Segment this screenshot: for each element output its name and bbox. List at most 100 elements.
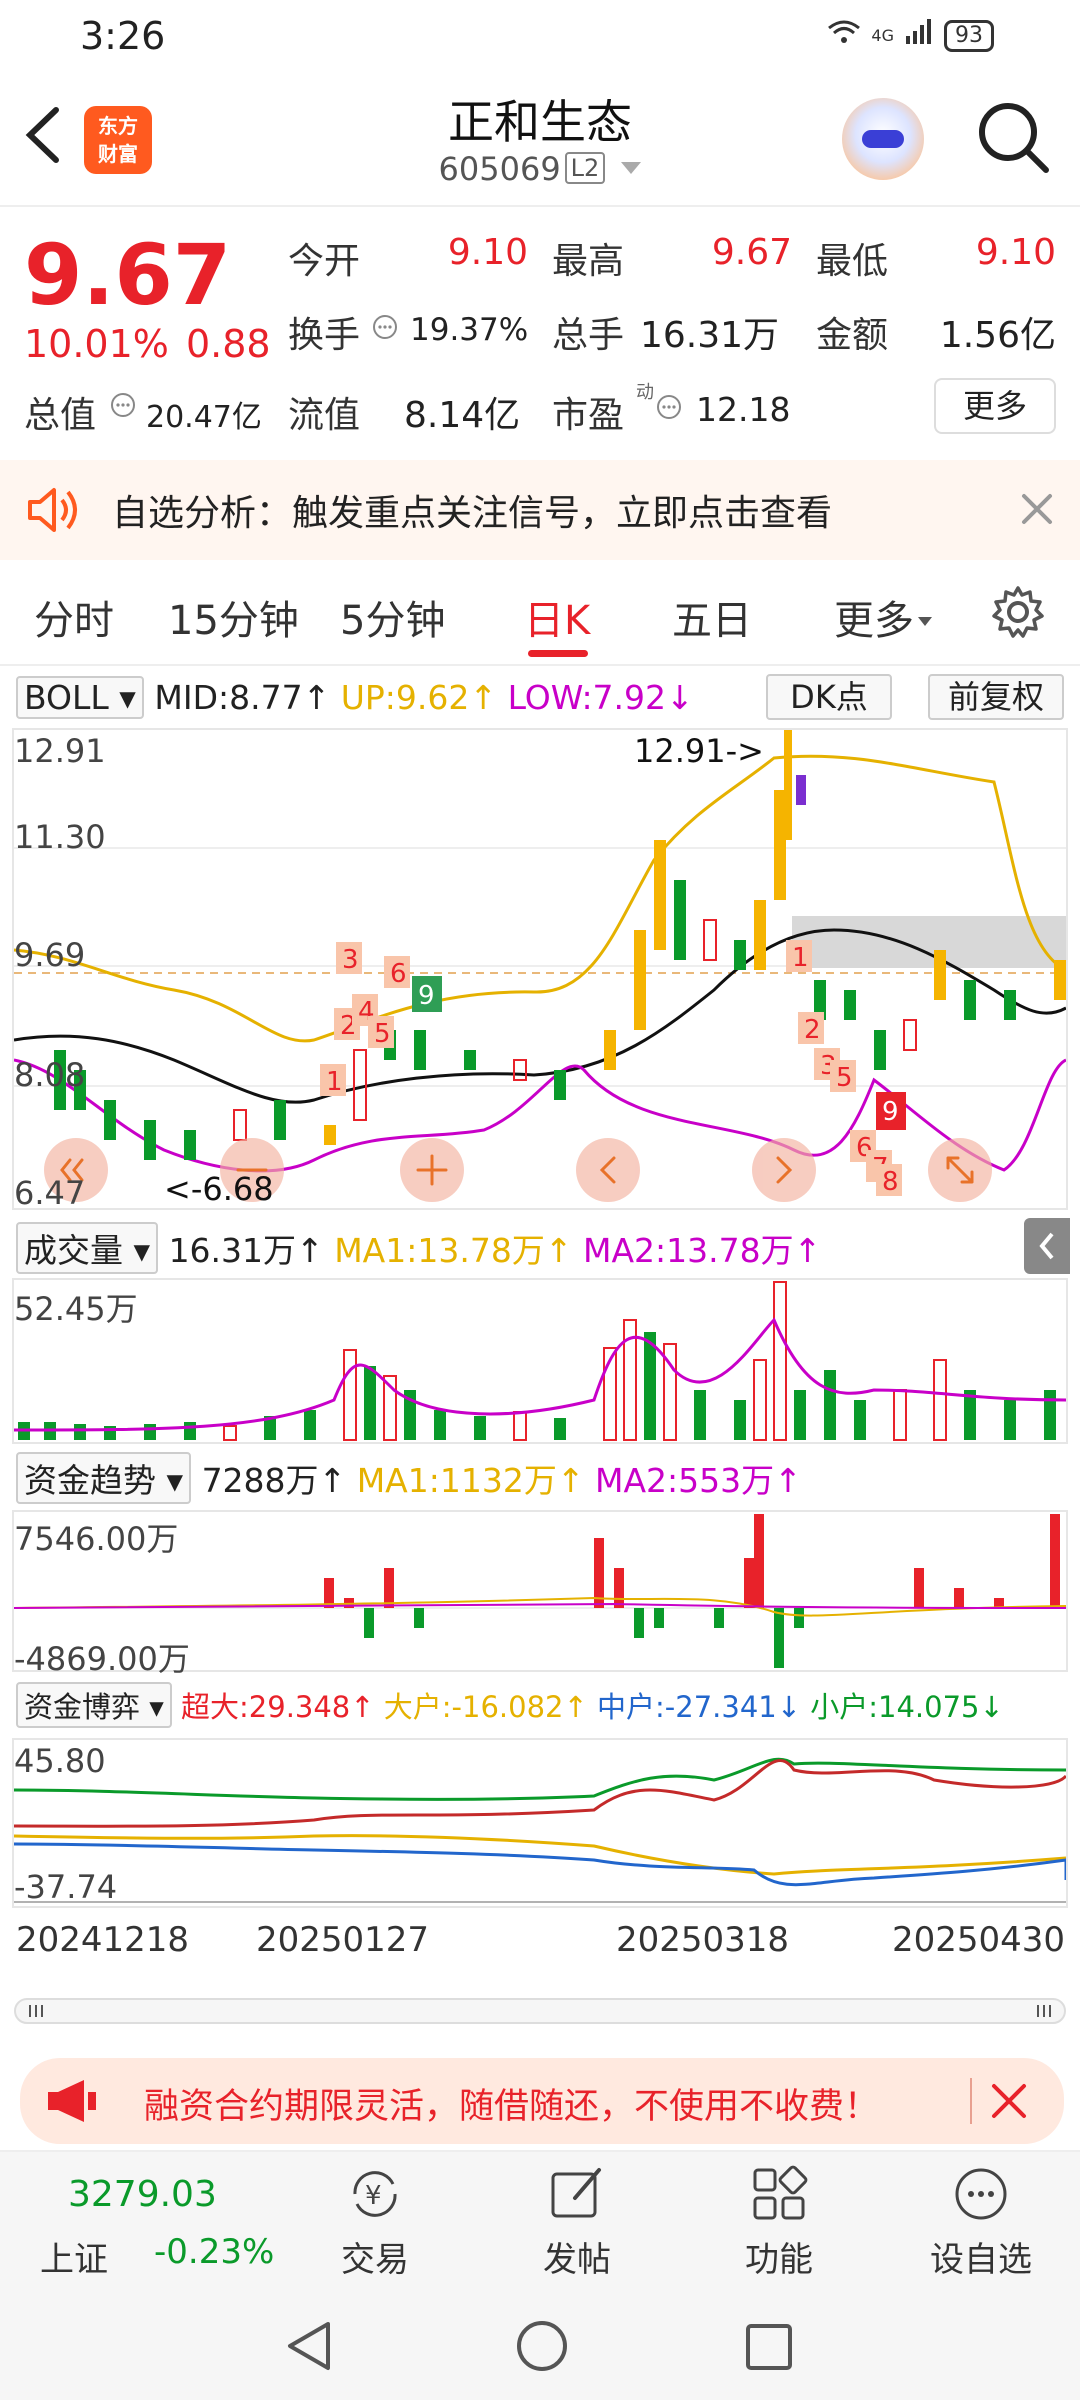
- alert-text: 自选分析：触发重点关注信号，立即点击查看: [112, 493, 833, 534]
- alert-bar[interactable]: 自选分析：触发重点关注信号，立即点击查看: [0, 460, 1080, 560]
- boll-up: UP:9.62↑: [340, 678, 498, 717]
- dk-point-button[interactable]: DK点: [766, 674, 892, 720]
- volume-selector[interactable]: 成交量 ▾: [16, 1222, 159, 1274]
- tab-15min[interactable]: 15分钟: [168, 588, 299, 646]
- fund-trend-ma1: MA1:1132万↑: [356, 1461, 585, 1500]
- total-mv-label: 总值: [24, 395, 97, 436]
- svg-text:1: 1: [326, 1067, 343, 1097]
- open-label: 今开: [288, 241, 361, 282]
- svg-text:6: 6: [390, 959, 407, 989]
- svg-text:9: 9: [418, 981, 435, 1011]
- info-icon[interactable]: [656, 394, 682, 424]
- tab-daily-k[interactable]: 日K: [524, 588, 590, 646]
- y-axis-label: 9.69: [14, 936, 86, 974]
- tab-fenshi[interactable]: 分时: [34, 588, 114, 646]
- index-name: 上证: [40, 2240, 108, 2280]
- nav-label: 设自选: [930, 2240, 1032, 2280]
- volume-value: 16.31万↑: [168, 1231, 324, 1270]
- search-icon: [979, 103, 1049, 173]
- info-icon[interactable]: [372, 314, 398, 344]
- nav-function[interactable]: 功能: [704, 2164, 854, 2281]
- close-icon[interactable]: [988, 2080, 1030, 2126]
- current-price: 9.67: [24, 226, 232, 324]
- svg-text:1: 1: [792, 943, 809, 973]
- tab-5min[interactable]: 5分钟: [340, 588, 445, 646]
- resistance-zone: [792, 916, 1066, 968]
- nav-add-watchlist[interactable]: 设自选: [906, 2164, 1056, 2281]
- more-button[interactable]: 更多: [934, 378, 1056, 434]
- recents-icon[interactable]: [744, 2322, 794, 2376]
- yuan-exchange-icon: ¥: [353, 2171, 397, 2217]
- y-axis-label: 12.91: [14, 732, 106, 770]
- settings-button[interactable]: [990, 584, 1046, 640]
- y-axis-label: 7546.00万: [14, 1520, 179, 1558]
- fund-trend-value: 7288万↑: [201, 1461, 347, 1500]
- header: 东方 财富 正和生态 605069 L2: [0, 72, 1080, 207]
- volume-header: 成交量 ▾ 16.31万↑ MA1:13.78万↑ MA2:13.78万↑: [16, 1222, 1080, 1274]
- quote-panel: 9.67 10.01% 0.88 今开 9.10 最高 9.67 最低 9.10…: [0, 208, 1080, 458]
- info-icon[interactable]: [110, 392, 136, 422]
- turnover-value: 19.37%: [410, 312, 529, 348]
- home-icon[interactable]: [514, 2318, 570, 2378]
- fund-trend-header: 资金趋势 ▾ 7288万↑ MA1:1132万↑ MA2:553万↑: [16, 1452, 1080, 1504]
- fund-game-large: 大户:-16.082↑: [383, 1690, 588, 1724]
- chart-range-scrollbar[interactable]: [14, 1998, 1066, 2024]
- low-marker: <-6.68: [164, 1170, 274, 1208]
- fund-game-header: 资金博弈 ▾ 超大:29.348↑ 大户:-16.082↑ 中户:-27.341…: [16, 1682, 1080, 1728]
- nav-trade[interactable]: ¥ 交易: [300, 2164, 450, 2281]
- fund-game-super: 超大:29.348↑: [181, 1690, 375, 1724]
- date-label: 20241218: [16, 1920, 190, 1960]
- volume-label: 总手: [552, 315, 625, 356]
- tab-more[interactable]: 更多: [834, 588, 932, 646]
- stock-code: 605069: [438, 150, 561, 188]
- change-percent: 10.01%: [24, 322, 169, 366]
- index-ticker[interactable]: 3279.03 上证 -0.23%: [0, 2152, 290, 2282]
- y-axis-label: -37.74: [14, 1868, 118, 1906]
- volume-ma2: MA2:13.78万↑: [582, 1231, 822, 1270]
- robot-face: [862, 130, 904, 148]
- index-value: 3279.03: [68, 2174, 217, 2215]
- fund-trend-selector[interactable]: 资金趋势 ▾: [16, 1452, 192, 1504]
- kline-chart[interactable]: 3 6 2 4 5 1 9 1 2 3 5 9 6 7 8: [12, 728, 1068, 1212]
- boll-low: LOW:7.92↓: [507, 678, 694, 717]
- tab-more-label: 更多: [834, 598, 914, 644]
- svg-text:5: 5: [836, 1063, 853, 1093]
- boll-header: BOLL ▾ MID:8.77↑ UP:9.62↑ LOW:7.92↓: [16, 676, 1080, 719]
- fund-game-mid: 中户:-27.341↓: [597, 1690, 802, 1724]
- svg-text:5: 5: [374, 1019, 391, 1049]
- y-axis-label: 11.30: [14, 818, 106, 856]
- svg-text:2: 2: [804, 1015, 821, 1045]
- y-axis-label: 6.47: [14, 1174, 86, 1212]
- speaker-icon: [26, 484, 82, 536]
- period-tab-bar: 分时 15分钟 5分钟 日K 五日 更多: [0, 562, 1080, 666]
- back-icon[interactable]: [282, 2318, 336, 2378]
- close-icon[interactable]: [1016, 488, 1058, 530]
- volume-value: 16.31万: [640, 315, 780, 356]
- fund-game-selector[interactable]: 资金博弈 ▾: [16, 1682, 172, 1728]
- search-button[interactable]: [976, 100, 1050, 174]
- dropdown-icon: [918, 617, 932, 626]
- scroll-handle-right[interactable]: [1030, 2002, 1058, 2020]
- fund-game-chart[interactable]: 45.80 -37.74: [12, 1738, 1068, 1908]
- gear-icon: [992, 586, 1044, 638]
- promo-banner[interactable]: 融资合约期限灵活，随借随还，不使用不收费！: [20, 2058, 1064, 2144]
- adjust-button[interactable]: 前复权: [928, 674, 1064, 720]
- high-label: 最高: [552, 241, 625, 282]
- tab-five-day[interactable]: 五日: [672, 588, 752, 646]
- boll-selector[interactable]: BOLL ▾: [16, 676, 144, 719]
- amount-label: 金额: [816, 315, 889, 356]
- volume-chart[interactable]: 52.45万: [12, 1278, 1068, 1444]
- svg-text:3: 3: [342, 945, 359, 975]
- divider: [970, 2078, 972, 2124]
- dropdown-icon: [621, 162, 642, 174]
- fund-trend-chart[interactable]: 7546.00万 -4869.00万: [12, 1510, 1068, 1678]
- promo-text: 融资合约期限灵活，随借随还，不使用不收费！: [144, 2087, 880, 2127]
- pe-label: 市盈: [552, 395, 625, 436]
- nav-label: 交易: [341, 2240, 409, 2280]
- l2-badge: L2: [564, 152, 606, 184]
- nav-post[interactable]: 发帖: [502, 2164, 652, 2281]
- scroll-handle-left[interactable]: [22, 2002, 50, 2020]
- date-axis: 20241218 20250127 20250318 20250430: [0, 1920, 1080, 1960]
- edit-icon: [551, 2168, 601, 2218]
- y-axis-label: 45.80: [14, 1742, 106, 1780]
